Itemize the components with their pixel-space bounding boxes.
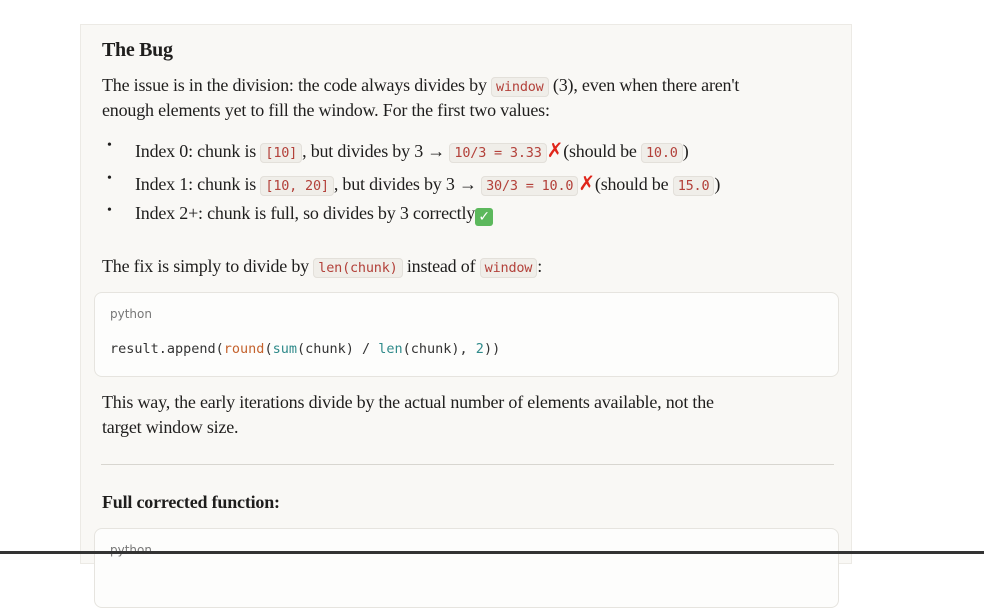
- text: The issue is in the division: the code a…: [102, 75, 492, 95]
- bullet-dot: •: [107, 138, 112, 153]
- intro-line-2: enough elements yet to fill the window. …: [102, 100, 550, 120]
- text: (should be: [563, 141, 641, 161]
- text: (3), even when there aren't: [548, 75, 740, 95]
- text: , but divides by 3 →: [333, 174, 482, 194]
- code-line: result.append(round(sum(chunk) / len(chu…: [110, 341, 501, 357]
- inline-code: [10, 20]: [260, 176, 334, 196]
- subheading: Full corrected function:: [102, 492, 280, 512]
- response-panel: The Bug The issue is in the division: th…: [80, 24, 852, 608]
- code-language-label: python: [110, 543, 152, 557]
- list-item: • Index 2+: chunk is full, so divides by…: [102, 203, 494, 226]
- text: Index 2+: chunk is full, so divides by 3…: [135, 203, 476, 223]
- text: Index 0: chunk is: [135, 141, 261, 161]
- section-heading: The Bug: [102, 39, 173, 61]
- divider: [101, 464, 834, 465]
- text: ): [682, 141, 689, 161]
- text: instead of: [402, 256, 480, 276]
- list-item: • Index 0: chunk is [10], but divides by…: [102, 138, 689, 163]
- code-block[interactable]: python result.append(round(sum(chunk) / …: [94, 292, 839, 377]
- code-language-label: python: [110, 307, 152, 321]
- intro-line-1: The issue is in the division: the code a…: [102, 75, 740, 97]
- text: Index 1: chunk is: [135, 174, 261, 194]
- cross-mark-icon: ✗: [578, 171, 595, 195]
- inline-code: 15.0: [672, 176, 715, 196]
- inline-code: window: [479, 258, 538, 278]
- inline-code: 10.0: [641, 143, 683, 163]
- inline-code: len(chunk): [313, 258, 403, 278]
- inline-code: [10]: [260, 143, 303, 163]
- list-item: • Index 1: chunk is [10, 20], but divide…: [102, 171, 721, 196]
- fix-line: The fix is simply to divide by len(chunk…: [102, 256, 543, 278]
- text: ): [714, 174, 721, 194]
- bullet-dot: •: [107, 203, 112, 218]
- code-block-2[interactable]: python: [94, 528, 839, 608]
- text: The fix is simply to divide by: [102, 256, 314, 276]
- inline-code: 30/3 = 10.0: [481, 176, 579, 196]
- text: , but divides by 3 →: [302, 141, 450, 161]
- inline-code: 10/3 = 3.33: [449, 143, 547, 163]
- cross-mark-icon: ✗: [546, 138, 564, 162]
- bullet-dot: •: [107, 171, 112, 186]
- explain-line-1: This way, the early iterations divide by…: [102, 392, 714, 412]
- explain-line-2: target window size.: [102, 417, 239, 437]
- check-mark-icon: ✓: [475, 208, 494, 226]
- text: (should be: [594, 174, 673, 194]
- inline-code: window: [491, 77, 549, 97]
- text: :: [537, 256, 543, 276]
